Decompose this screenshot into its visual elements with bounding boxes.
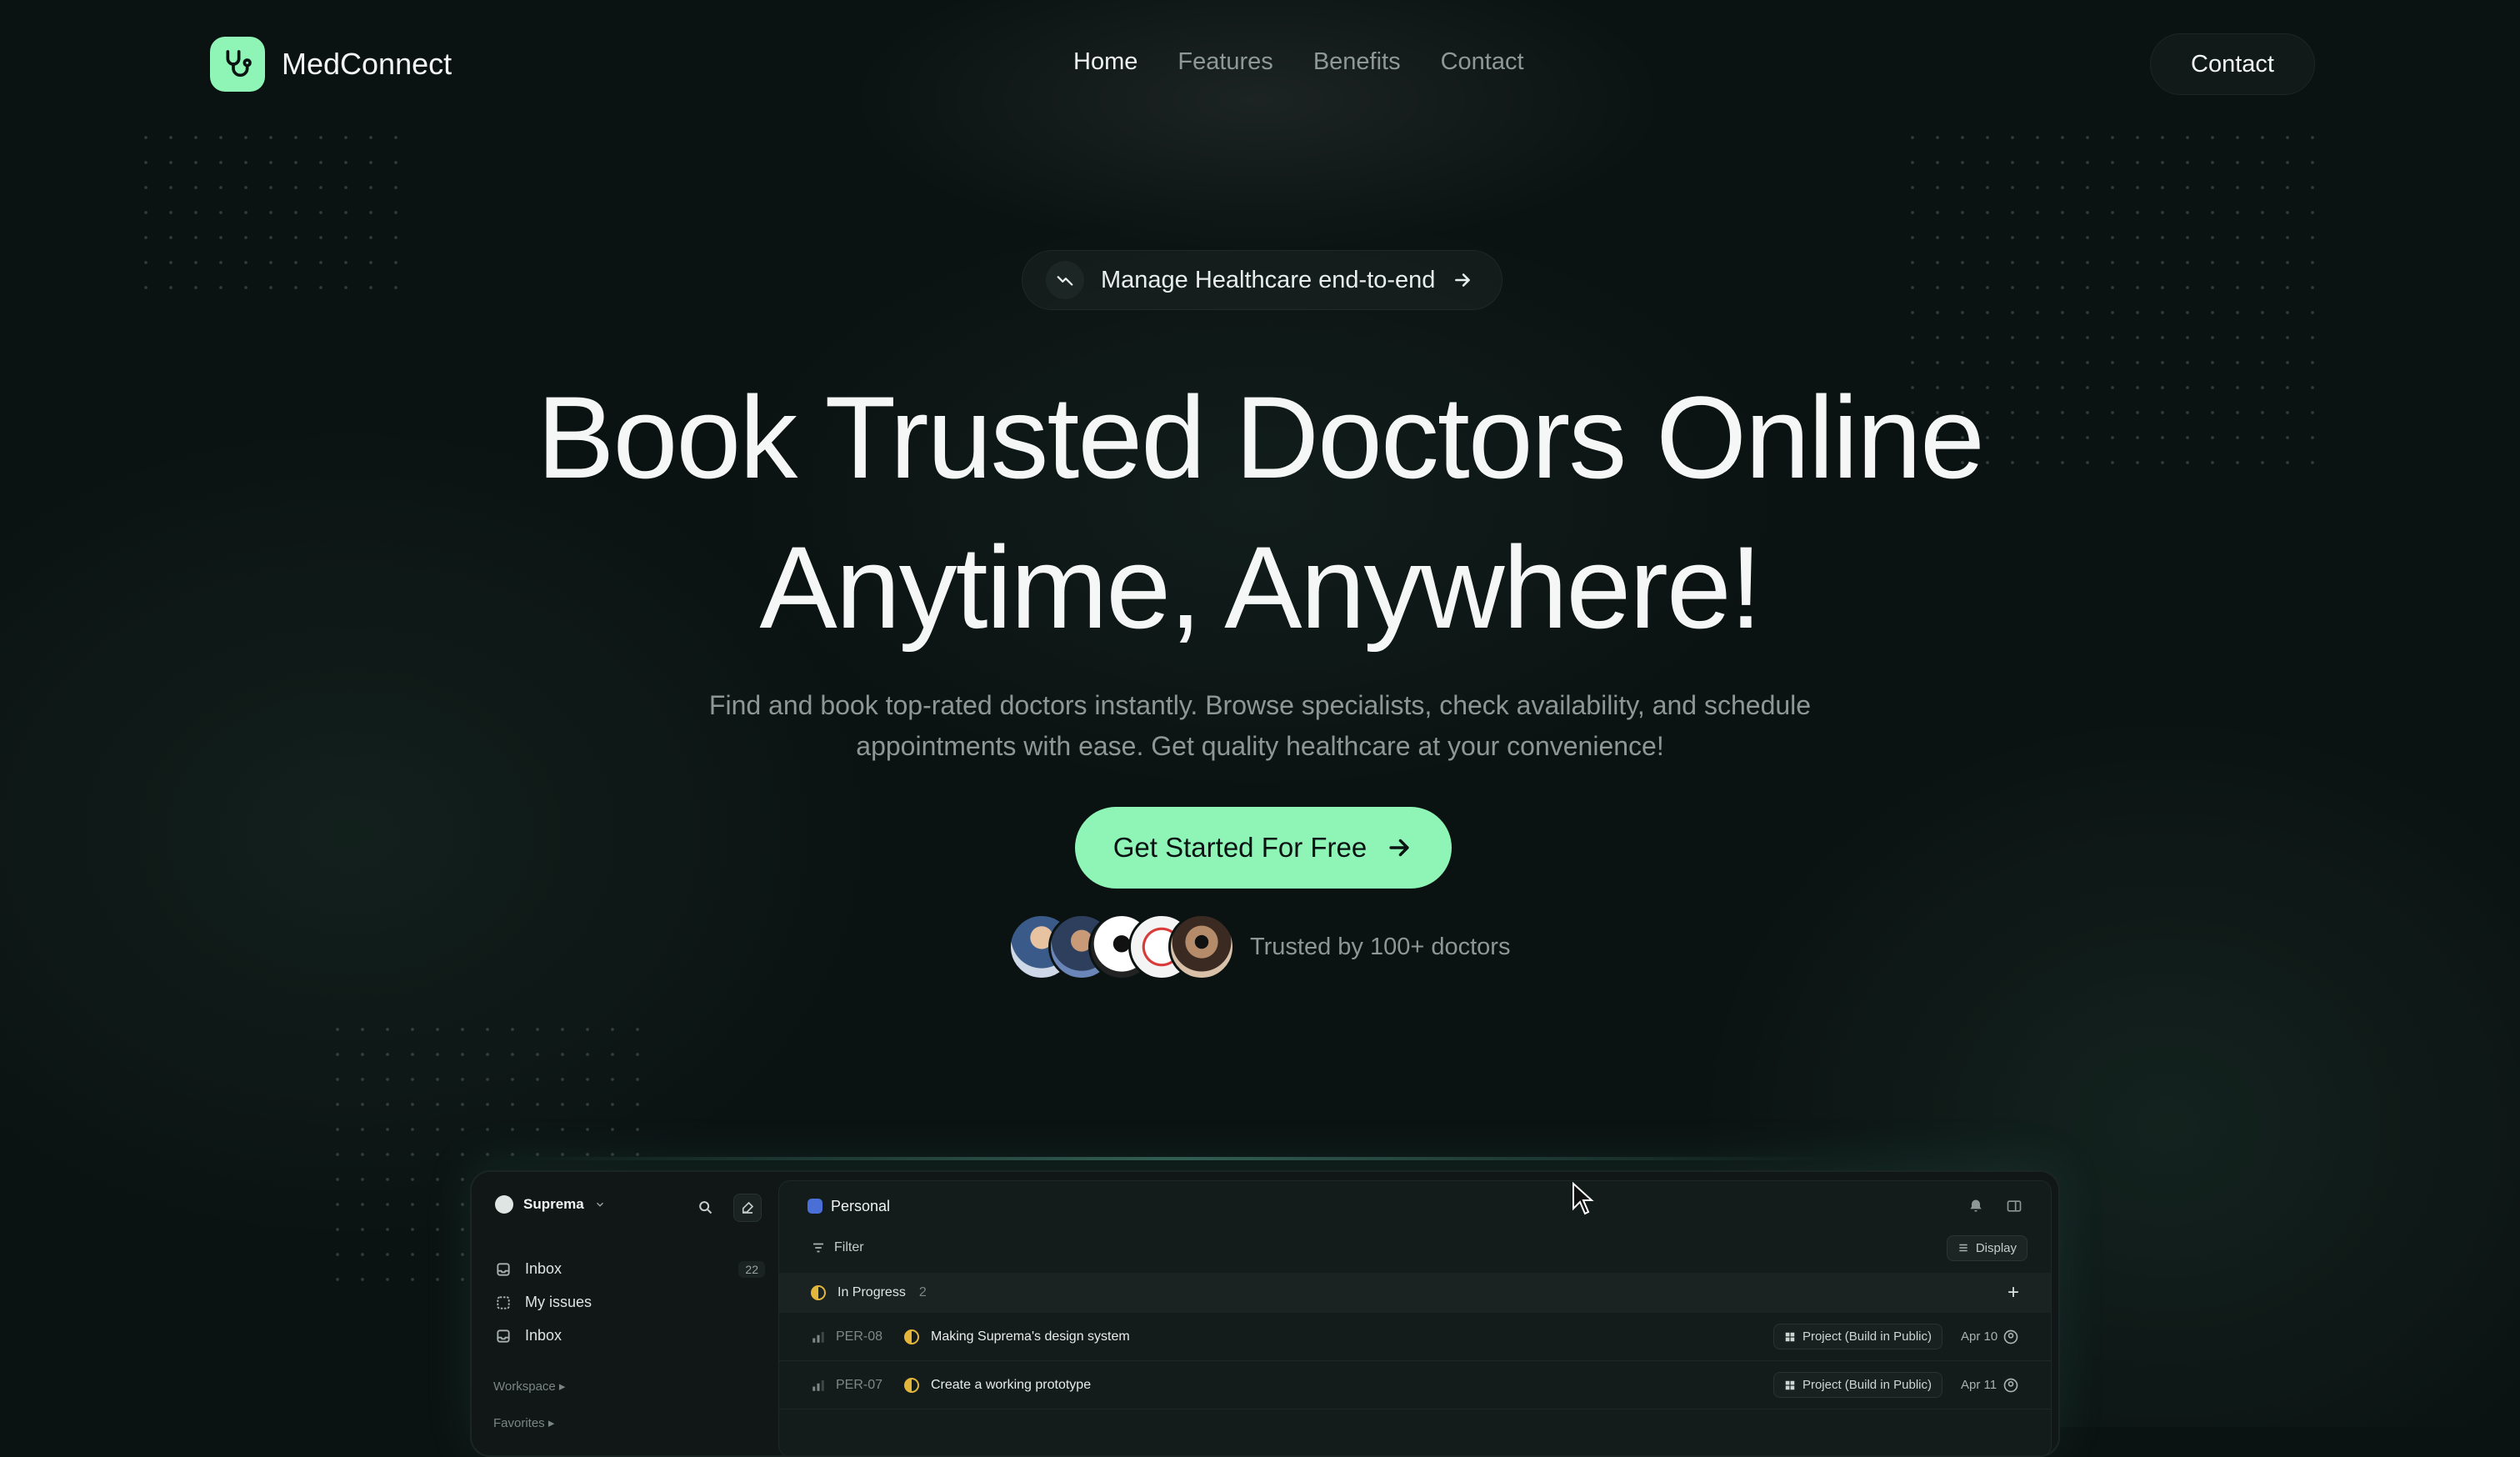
brand-name: MedConnect xyxy=(282,47,452,81)
get-started-label: Get Started For Free xyxy=(1112,832,1368,863)
hero-subtitle: Find and book top-rated doctors instantl… xyxy=(708,690,1812,761)
section-workspace[interactable]: Workspace ▸ xyxy=(493,1379,565,1394)
announcement-pill[interactable]: Manage Healthcare end-to-end xyxy=(1022,250,1503,310)
hero-title-line-2: Anytime, Anywhere! xyxy=(759,522,1762,653)
priority-icon xyxy=(812,1331,824,1343)
chevron-down-icon xyxy=(596,1202,603,1207)
issue-date: Apr 11 xyxy=(1961,1378,1998,1392)
top-navbar: MedConnect Home Features Benefits Contac… xyxy=(0,0,2520,133)
sidebar-item-inbox[interactable]: Inbox 22 xyxy=(495,1260,765,1278)
app-main-panel: Personal Filter Display In Progress 2 + … xyxy=(778,1180,2052,1455)
issue-row[interactable]: PER-08 Making Suprema's design system Pr… xyxy=(779,1313,2051,1361)
project-tag-label: Project (Build in Public) xyxy=(1802,1378,1932,1392)
project-tag[interactable]: Project (Build in Public) xyxy=(1772,1324,1942,1349)
in-progress-status-icon xyxy=(904,1377,919,1393)
team-icon xyxy=(808,1199,822,1214)
sidebar-item-my-issues[interactable]: My issues xyxy=(495,1294,765,1311)
nav-link-features[interactable]: Features xyxy=(1178,48,1272,76)
dot-pattern-top-left xyxy=(133,125,408,308)
nav-link-contact[interactable]: Contact xyxy=(1441,48,1524,76)
project-grid-icon xyxy=(1785,1380,1795,1389)
panel-toggle-icon[interactable] xyxy=(2006,1198,2022,1214)
arrow-right-icon xyxy=(1389,839,1409,857)
inbox-icon xyxy=(497,1329,510,1343)
filter-icon xyxy=(813,1243,823,1253)
group-label: In Progress xyxy=(838,1285,906,1299)
display-button[interactable]: Display xyxy=(1946,1234,2028,1261)
issue-id: PER-07 xyxy=(836,1377,883,1392)
compose-icon[interactable] xyxy=(733,1194,762,1222)
project-tag[interactable]: Project (Build in Public) xyxy=(1772,1372,1942,1398)
hero-title-line-1: Book Trusted Doctors Online xyxy=(537,372,1985,503)
nav-link-home[interactable]: Home xyxy=(1073,48,1138,76)
team-header: Personal xyxy=(779,1188,2051,1224)
app-preview-glow xyxy=(517,1157,1833,1160)
filter-button[interactable]: Filter xyxy=(834,1240,864,1255)
sidebar-item-inbox-2[interactable]: Inbox xyxy=(495,1327,765,1344)
nav-links: Home Features Benefits Contact xyxy=(1073,48,1524,76)
section-favorites[interactable]: Favorites ▸ xyxy=(493,1415,554,1430)
issue-title: Create a working prototype xyxy=(931,1377,1092,1392)
issues-icon xyxy=(497,1295,510,1309)
team-name[interactable]: Personal xyxy=(831,1198,890,1215)
pill-text: Manage Healthcare end-to-end xyxy=(1101,266,1436,293)
arrow-right-icon xyxy=(1455,273,1471,287)
trust-row: Trusted by 100+ doctors xyxy=(1008,914,1510,980)
assignee-icon[interactable] xyxy=(2002,1329,2019,1345)
get-started-button[interactable]: Get Started For Free xyxy=(1075,807,1452,889)
sidebar-item-label: Inbox xyxy=(525,1260,562,1277)
group-header[interactable]: In Progress 2 + xyxy=(779,1273,2051,1313)
project-grid-icon xyxy=(1785,1332,1795,1341)
stethoscope-icon xyxy=(210,37,265,92)
in-progress-status-icon xyxy=(904,1329,919,1344)
workspace-logo-icon xyxy=(495,1195,513,1214)
priority-icon xyxy=(812,1379,824,1391)
add-icon[interactable]: + xyxy=(2008,1281,2019,1304)
issue-date: Apr 10 xyxy=(1961,1329,1998,1344)
nav-link-benefits[interactable]: Benefits xyxy=(1313,48,1401,76)
avatar xyxy=(1168,914,1235,980)
inbox-count-badge: 22 xyxy=(738,1260,765,1278)
issue-id: PER-08 xyxy=(836,1329,883,1344)
group-count: 2 xyxy=(918,1285,927,1299)
bell-icon[interactable] xyxy=(1968,1198,1984,1214)
trend-icon xyxy=(1046,261,1084,299)
display-icon xyxy=(1959,1244,1968,1252)
filter-bar: Filter Display xyxy=(779,1229,2051,1266)
section-workspace-label: Workspace xyxy=(493,1379,556,1394)
trust-text: Trusted by 100+ doctors xyxy=(1250,933,1511,960)
avatar-stack xyxy=(1008,914,1235,980)
brand[interactable]: MedConnect xyxy=(210,37,452,92)
app-sidebar: Suprema Inbox 22 My issues Inbox Workspa… xyxy=(472,1172,772,1455)
in-progress-status-icon xyxy=(811,1285,826,1300)
issue-title: Making Suprema's design system xyxy=(931,1329,1130,1344)
sidebar-item-label: Inbox xyxy=(525,1327,562,1344)
workspace-switcher[interactable]: Suprema xyxy=(495,1195,606,1214)
section-favorites-label: Favorites xyxy=(493,1416,545,1430)
issue-row[interactable]: PER-07 Create a working prototype Projec… xyxy=(779,1361,2051,1409)
mouse-cursor-icon xyxy=(1572,1182,1594,1215)
contact-button[interactable]: Contact xyxy=(2150,33,2315,95)
display-label: Display xyxy=(1975,1240,2017,1255)
sidebar-item-label: My issues xyxy=(525,1294,592,1310)
sidebar-tools xyxy=(692,1194,762,1222)
inbox-icon xyxy=(497,1262,510,1276)
search-icon[interactable] xyxy=(692,1194,718,1220)
assignee-icon[interactable] xyxy=(2002,1377,2019,1394)
app-preview: Suprema Inbox 22 My issues Inbox Workspa… xyxy=(470,1170,2060,1457)
project-tag-label: Project (Build in Public) xyxy=(1802,1329,1932,1344)
workspace-name: Suprema xyxy=(523,1196,584,1212)
